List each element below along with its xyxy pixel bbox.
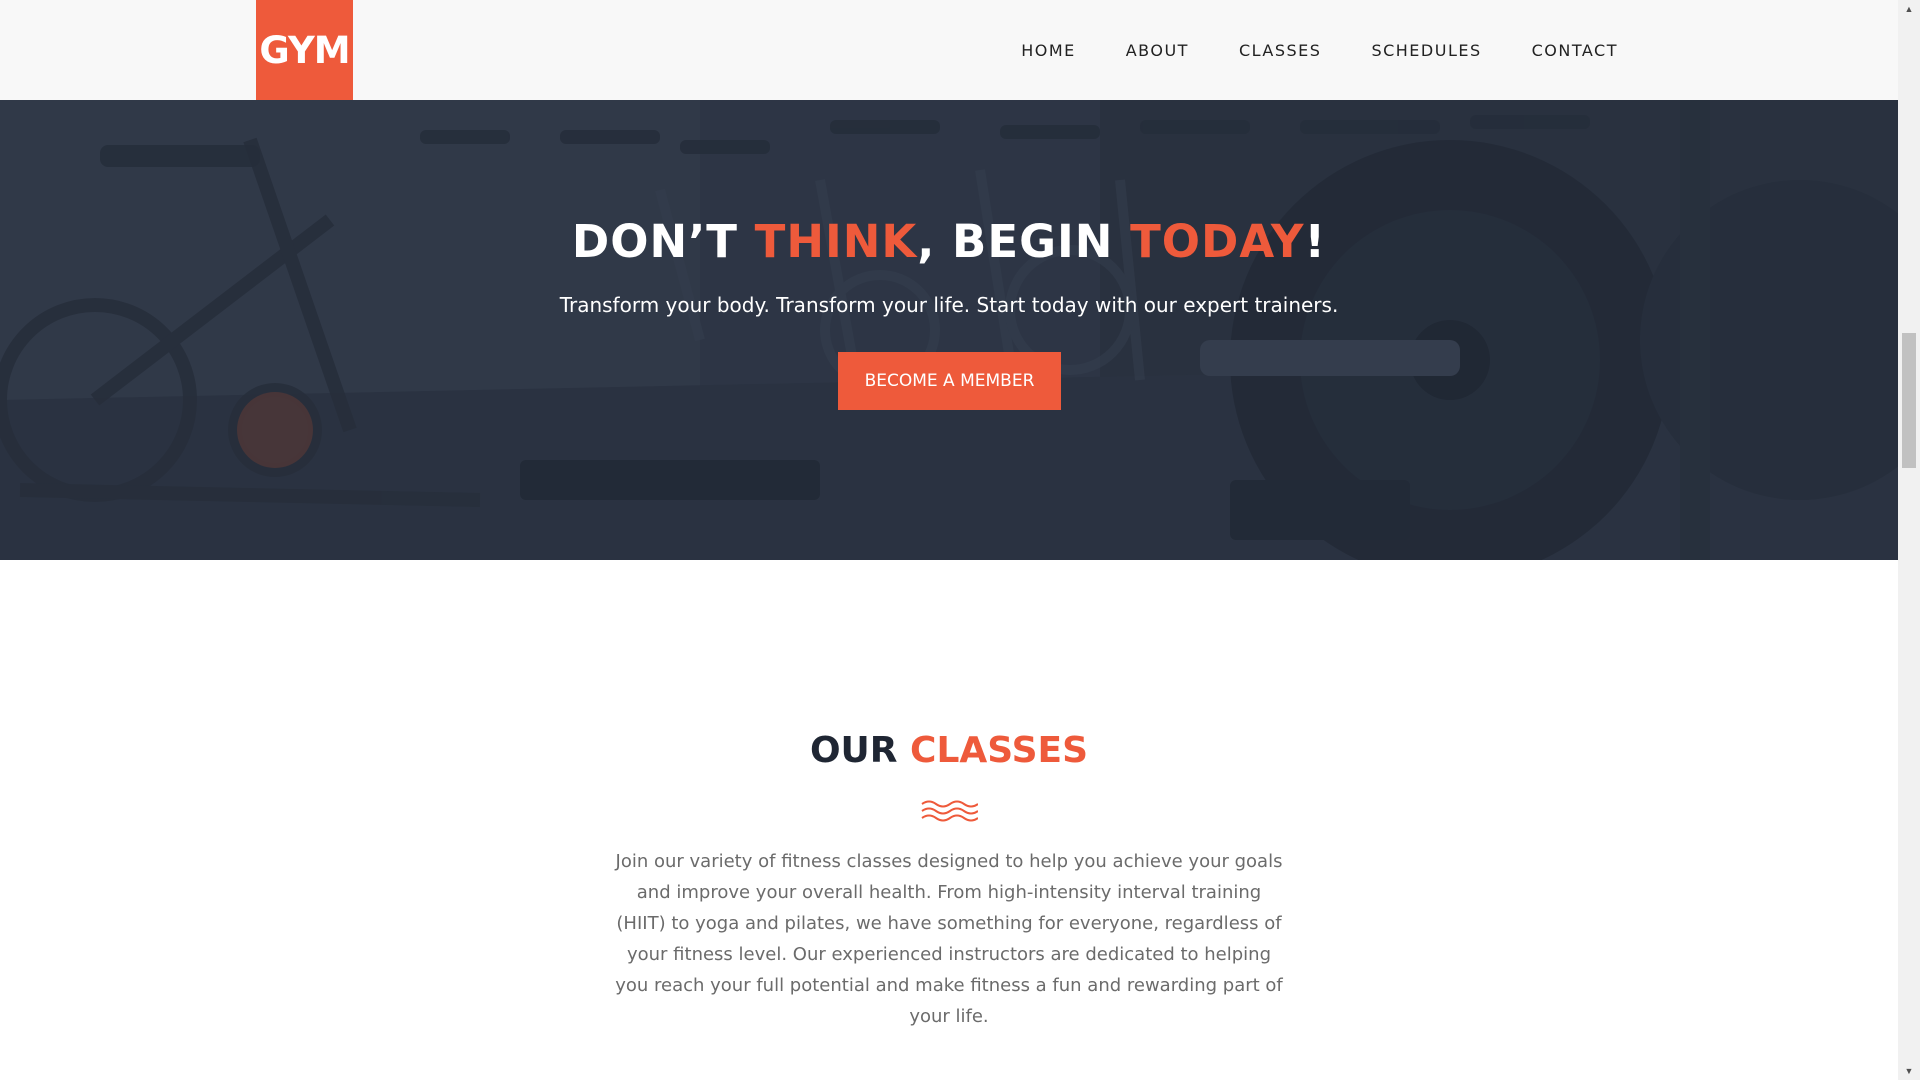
scrollbar-thumb[interactable] [1902,333,1916,468]
main-nav: HOME ABOUT CLASSES SCHEDULES CONTACT [971,0,1618,100]
nav-contact[interactable]: CONTACT [1532,41,1618,60]
hero-content: DON’T THINK, BEGIN TODAY! Transform your… [0,100,1898,560]
hero-title-part1: DON’T [571,215,755,268]
classes-title-part1: OUR [809,730,911,771]
site-header: GYM HOME ABOUT CLASSES SCHEDULES CONTACT [0,0,1898,100]
hero-title-part3: ! [1304,215,1327,268]
nav-home[interactable]: HOME [1021,41,1076,60]
nav-schedules[interactable]: SCHEDULES [1371,41,1481,60]
scroll-down-arrow-icon[interactable]: ▼ [1898,1062,1920,1080]
hero-title-accent-think: THINK [754,215,918,268]
hero-title-accent-today: TODAY [1130,215,1305,268]
hero-subtitle: Transform your body. Transform your life… [559,293,1339,317]
classes-description: Join our variety of fitness classes desi… [615,851,1283,1027]
hero-headline: DON’T THINK, BEGIN TODAY! [0,215,1898,268]
scroll-up-arrow-icon[interactable]: ▲ [1898,0,1920,18]
logo[interactable]: GYM [256,0,353,100]
hero-section: DON’T THINK, BEGIN TODAY! Transform your… [0,100,1898,560]
vertical-scrollbar[interactable]: ▲ ▼ [1898,0,1920,1080]
classes-heading: OUR CLASSES [0,730,1898,771]
hero-title-part2: , BEGIN [917,215,1131,268]
become-member-button[interactable]: BECOME A MEMBER [838,352,1061,410]
page: GYM HOME ABOUT CLASSES SCHEDULES CONTACT [0,0,1898,1080]
nav-classes[interactable]: CLASSES [1239,41,1321,60]
nav-about[interactable]: ABOUT [1126,41,1189,60]
wave-divider-icon [921,800,978,822]
logo-text: GYM [259,28,350,72]
classes-title-accent: CLASSES [910,730,1089,771]
